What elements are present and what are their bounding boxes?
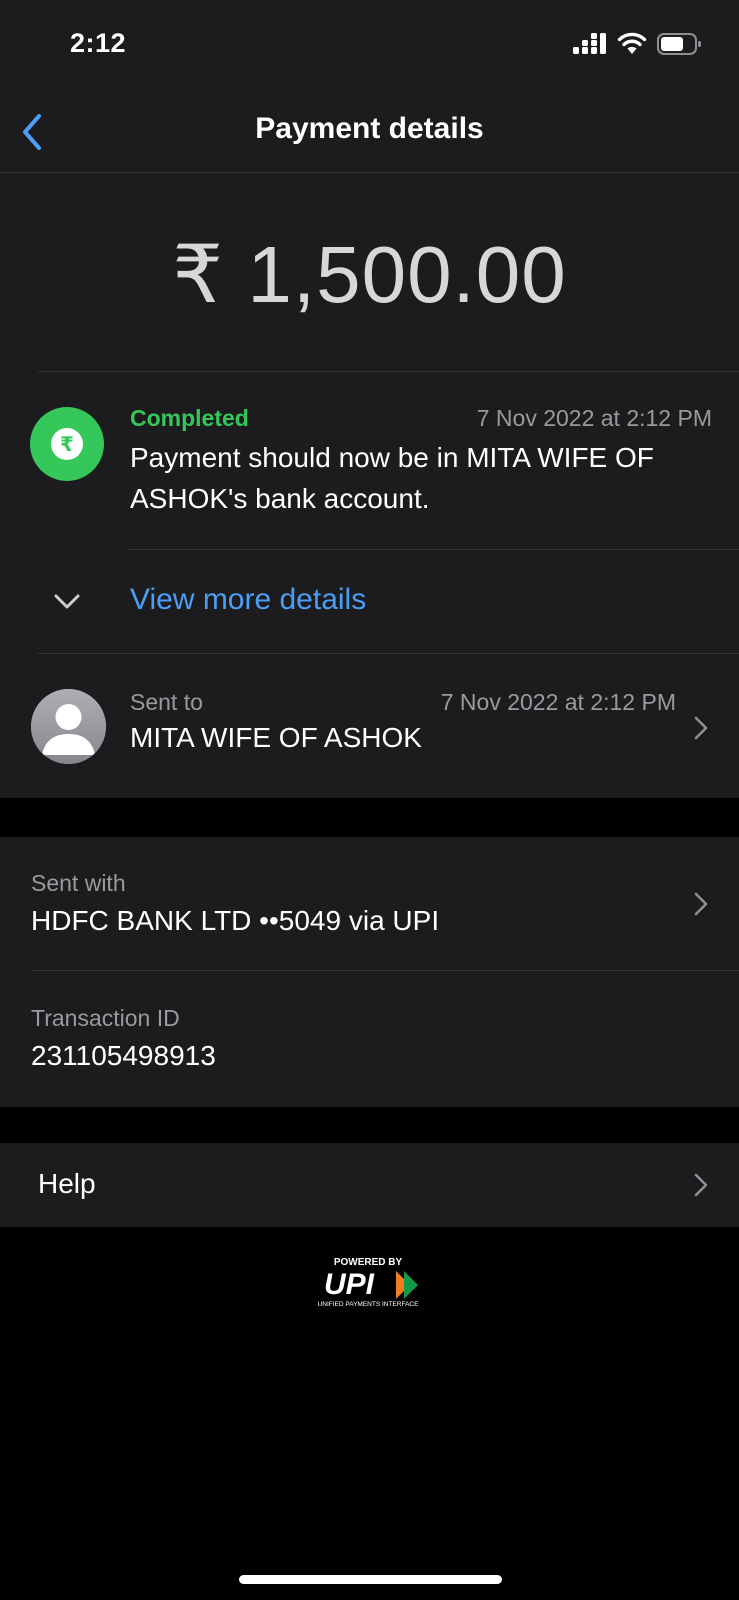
divider — [38, 653, 739, 654]
chevron-right-icon[interactable] — [693, 891, 709, 917]
divider — [128, 549, 739, 550]
sent-with-label: Sent with — [31, 870, 126, 896]
status-icon-circle: ₹ — [30, 407, 104, 481]
chevron-right-icon[interactable] — [693, 1172, 709, 1198]
upi-logo: POWERED BY UPI UNIFIED PAYMENTS INTERFAC… — [318, 1257, 419, 1308]
status-bar-icons — [573, 32, 703, 56]
help-label[interactable]: Help — [38, 1168, 96, 1200]
payment-amount: ₹ 1,500.00 — [172, 230, 567, 319]
signal-icon — [573, 33, 606, 54]
battery-icon — [657, 33, 701, 55]
status-message: Payment should now be in MITA WIFE OF AS… — [130, 442, 654, 514]
status-bar-time: 2:12 — [70, 28, 127, 58]
wifi-icon — [617, 32, 647, 54]
transaction-id-label: Transaction ID — [31, 1005, 180, 1031]
page-title: Payment details — [255, 112, 484, 145]
sent-to-label: Sent to — [130, 689, 203, 715]
sent-with-value[interactable]: HDFC BANK LTD ••5049 via UPI — [31, 905, 439, 937]
person-avatar-icon — [31, 689, 106, 764]
transaction-id-value: 231105498913 — [31, 1040, 216, 1071]
view-more-details-link[interactable]: View more details — [130, 583, 366, 617]
chevron-right-icon[interactable] — [693, 715, 709, 741]
home-indicator[interactable] — [239, 1575, 502, 1584]
header-area — [0, 0, 739, 172]
divider — [38, 371, 739, 372]
recipient-name[interactable]: MITA WIFE OF ASHOK — [130, 722, 422, 754]
divider — [31, 970, 739, 971]
svg-text:UNIFIED PAYMENTS INTERFACE: UNIFIED PAYMENTS INTERFACE — [318, 1301, 419, 1308]
chevron-down-icon[interactable] — [50, 586, 84, 616]
sent-to-date: 7 Nov 2022 at 2:12 PM — [440, 689, 676, 715]
status-date: 7 Nov 2022 at 2:12 PM — [476, 405, 712, 431]
svg-text:UPI: UPI — [324, 1268, 375, 1301]
svg-text:POWERED BY: POWERED BY — [334, 1257, 403, 1268]
rupee-icon: ₹ — [51, 428, 83, 460]
help-row[interactable] — [0, 1143, 739, 1227]
status-label: Completed — [130, 405, 249, 431]
